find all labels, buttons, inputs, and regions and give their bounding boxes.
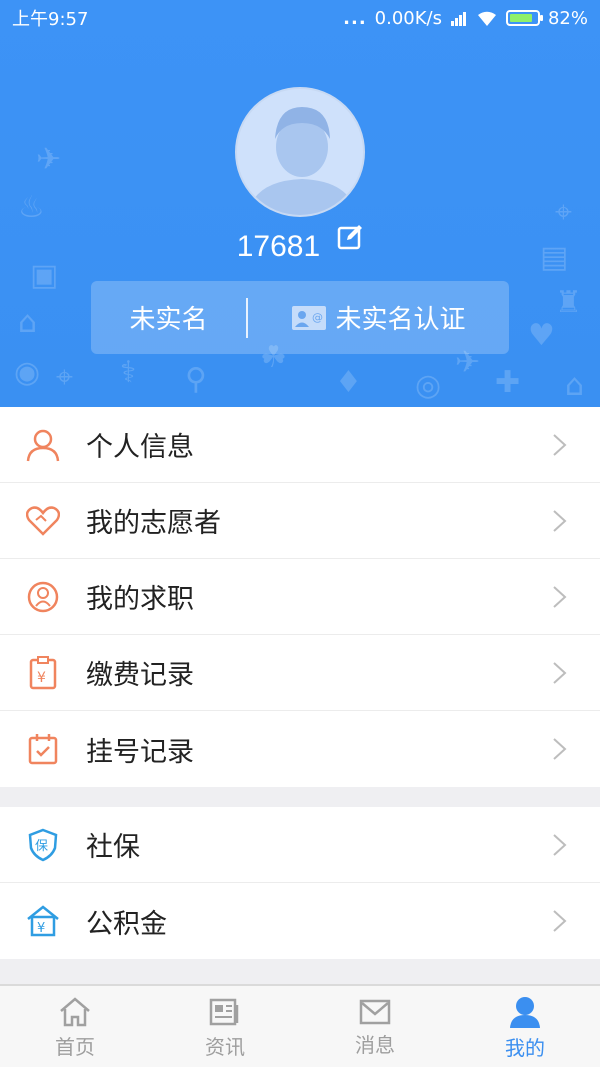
svg-text:@: @	[312, 311, 323, 324]
airplane-icon: ✈	[36, 142, 62, 177]
signal-icon	[450, 12, 466, 26]
svg-text:¥: ¥	[37, 921, 45, 936]
id-card-icon: @	[292, 305, 327, 330]
status-time: 上午9:57	[12, 9, 89, 30]
notification-dots: ...	[343, 7, 367, 29]
username: 17681	[236, 230, 321, 263]
chevron-right-icon	[553, 910, 567, 932]
film-icon: ◉	[14, 355, 41, 390]
chevron-right-icon	[553, 738, 567, 760]
menu-label: 我的求职	[86, 584, 194, 615]
chevron-right-icon	[553, 662, 567, 684]
home-icon	[60, 997, 90, 1027]
bottom-tab-bar: 首页 资讯 消息 我的	[0, 984, 600, 1067]
status-bar: 上午9:57 ... 0.00K/s 82%	[0, 0, 600, 36]
payment-icon: ¥	[29, 655, 57, 689]
menu-label: 缴费记录	[86, 660, 194, 691]
tab-label: 资讯	[205, 1035, 245, 1059]
tab-news[interactable]: 资讯	[150, 986, 300, 1067]
calendar-icon	[28, 734, 58, 765]
menu-group-personal: 个人信息 我的志愿者 我的求职 ¥ 缴费记录 挂号记录	[0, 407, 600, 787]
menu-item-social-insurance[interactable]: 保 社保	[0, 807, 600, 883]
job-icon	[27, 581, 59, 612]
mosque-icon: ♜	[555, 285, 582, 320]
bicycle-icon: ⚲	[185, 362, 207, 397]
flame-icon: ♨	[18, 190, 45, 225]
menu-label: 挂号记录	[86, 736, 194, 768]
edit-icon[interactable]	[337, 224, 363, 250]
verification-bar: 未实名 @ 未实名认证	[91, 281, 509, 354]
status-indicators: ... 0.00K/s 82%	[343, 8, 588, 29]
shield-icon: 保	[28, 828, 58, 861]
tab-home[interactable]: 首页	[0, 986, 150, 1067]
tab-label: 首页	[55, 1035, 95, 1059]
user-icon	[510, 997, 540, 1028]
profile-header: 上午9:57 ... 0.00K/s 82% ✈ ♨ ▣ ⌂ ◉ ⌖ ⚕ ⚲ ☘…	[0, 0, 600, 407]
menu-item-personal-info[interactable]: 个人信息	[0, 407, 600, 483]
menu-label: 我的志愿者	[86, 508, 221, 539]
menu-item-volunteer[interactable]: 我的志愿者	[0, 483, 600, 559]
menu-group-finance: 保 社保 ¥ 公积金	[0, 807, 600, 959]
chevron-right-icon	[553, 834, 567, 856]
heart-icon	[26, 505, 60, 536]
chevron-right-icon	[553, 510, 567, 532]
network-speed: 0.00K/s	[374, 7, 442, 29]
menu-item-registration-records[interactable]: 挂号记录	[0, 711, 600, 787]
tab-label: 消息	[355, 1033, 395, 1057]
tab-me[interactable]: 我的	[450, 986, 600, 1067]
menu-item-job-search[interactable]: 我的求职	[0, 559, 600, 635]
drop-icon: ♦	[335, 365, 362, 400]
tab-messages[interactable]: 消息	[300, 986, 450, 1067]
menu-item-payment-records[interactable]: ¥ 缴费记录	[0, 635, 600, 711]
location-icon: ⌖	[56, 360, 73, 395]
svg-text:¥: ¥	[37, 670, 46, 686]
medkit-icon: ✚	[495, 365, 521, 400]
wifi-icon	[477, 11, 496, 26]
avatar[interactable]	[235, 87, 365, 217]
menu-label: 个人信息	[86, 432, 194, 463]
chevron-right-icon	[553, 434, 567, 456]
reel-icon: ◎	[415, 368, 442, 403]
chevron-right-icon	[553, 586, 567, 608]
shop-icon: ⌂	[18, 305, 38, 340]
house-fund-icon: ¥	[27, 905, 59, 937]
news-icon	[209, 998, 239, 1026]
battery-level: 82%	[547, 7, 588, 29]
verify-identity-label: 未实名认证	[335, 305, 466, 335]
home-small-icon: ⌂	[565, 368, 585, 403]
username-row: 17681	[0, 224, 600, 264]
stethoscope-icon: ⚕	[120, 355, 137, 390]
hands-heart-icon: ♥	[528, 318, 555, 353]
battery-icon	[505, 10, 543, 26]
mail-icon	[359, 999, 391, 1025]
menu-label: 社保	[86, 832, 140, 863]
tab-label: 我的	[505, 1036, 545, 1060]
menu-label: 公积金	[86, 908, 167, 940]
svg-text:保: 保	[35, 839, 48, 854]
person-icon	[26, 429, 60, 461]
verify-identity-button[interactable]: @ 未实名认证	[248, 299, 509, 336]
menu-item-housing-fund[interactable]: ¥ 公积金	[0, 883, 600, 959]
verification-status: 未实名	[129, 305, 208, 335]
